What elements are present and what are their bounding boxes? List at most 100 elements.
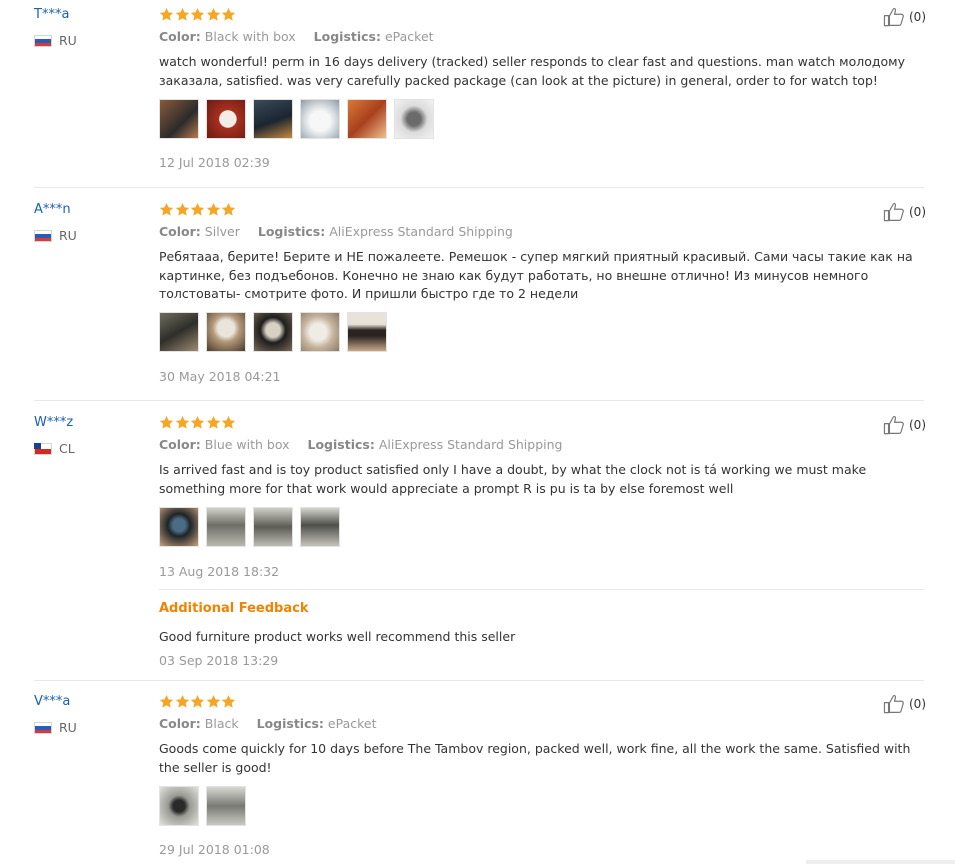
review-date: 13 Aug 2018 18:32 (159, 564, 280, 579)
star-icon (190, 694, 205, 709)
color-value: Blue with box (204, 437, 290, 452)
helpful-count: (0) (909, 205, 926, 219)
russia-flag-icon (34, 34, 52, 47)
order-info: Color: Silver Logistics: AliExpress Stan… (159, 224, 513, 239)
helpful-button[interactable]: (0) (882, 7, 926, 27)
logistics-value: ePacket (327, 716, 377, 731)
star-icon (159, 7, 174, 22)
review-photos (159, 99, 441, 139)
review-photo[interactable] (347, 99, 387, 139)
star-icon (221, 415, 236, 430)
reviewer-name[interactable]: W***z (34, 415, 73, 430)
country-code: RU (59, 720, 77, 735)
helpful-count: (0) (909, 418, 926, 432)
color-label: Color: (159, 29, 201, 44)
review-photos (159, 786, 253, 826)
review-divider (34, 187, 924, 188)
color-value: Black with box (204, 29, 296, 44)
review-photo[interactable] (159, 312, 199, 352)
order-info: Color: Black with box Logistics: ePacket (159, 29, 434, 44)
star-icon (190, 7, 205, 22)
star-icon (221, 7, 236, 22)
star-icon (175, 694, 190, 709)
star-icon (206, 415, 221, 430)
review-photos (159, 312, 394, 352)
thumbs-up-icon (882, 202, 906, 222)
star-icon (221, 202, 236, 217)
reviewer-name[interactable]: V***a (34, 694, 70, 709)
star-icon (190, 415, 205, 430)
helpful-button[interactable]: (0) (882, 415, 926, 435)
review-text: watch wonderful! perm in 16 days deliver… (159, 54, 905, 88)
logistics-label: Logistics: (313, 29, 381, 44)
review-photo[interactable] (253, 99, 293, 139)
reviewer-name[interactable]: T***a (34, 7, 69, 22)
review-divider (34, 680, 924, 681)
helpful-button[interactable]: (0) (882, 202, 926, 222)
star-icon (206, 202, 221, 217)
order-info: Color: Blue with box Logistics: AliExpre… (159, 437, 562, 452)
star-rating (159, 694, 237, 710)
review-photo[interactable] (159, 786, 199, 826)
russia-flag-icon (34, 229, 52, 242)
review-photo[interactable] (253, 312, 293, 352)
page-bottom-edge (806, 860, 955, 864)
reviewer-name[interactable]: A***n (34, 202, 71, 217)
logistics-value: AliExpress Standard Shipping (329, 224, 513, 239)
reviewer-country: RU (34, 720, 77, 735)
review-photo[interactable] (300, 312, 340, 352)
star-icon (159, 415, 174, 430)
review-photo[interactable] (347, 312, 387, 352)
color-value: Silver (204, 224, 240, 239)
color-label: Color: (159, 437, 201, 452)
review-photo[interactable] (206, 507, 246, 547)
logistics-value: AliExpress Standard Shipping (378, 437, 563, 452)
star-icon (221, 694, 236, 709)
chile-flag-icon (34, 442, 52, 455)
helpful-button[interactable]: (0) (882, 694, 926, 714)
helpful-count: (0) (909, 697, 926, 711)
logistics-label: Logistics: (307, 437, 375, 452)
helpful-count: (0) (909, 10, 926, 24)
star-icon (206, 694, 221, 709)
review-photo[interactable] (394, 99, 434, 139)
review-text: Goods come quickly for 10 days before Th… (159, 741, 911, 775)
star-rating (159, 202, 237, 218)
review-date: 30 May 2018 04:21 (159, 369, 281, 384)
reviewer-country: CL (34, 441, 75, 456)
star-icon (206, 7, 221, 22)
star-icon (175, 202, 190, 217)
logistics-label: Logistics: (257, 224, 326, 239)
thumbs-up-icon (882, 694, 906, 714)
review-photo[interactable] (159, 507, 199, 547)
reviewer-country: RU (34, 33, 77, 48)
review-photo[interactable] (206, 99, 246, 139)
star-icon (190, 202, 205, 217)
thumbs-up-icon (882, 415, 906, 435)
review-photo[interactable] (300, 507, 340, 547)
review-photos (159, 507, 347, 547)
review-photo[interactable] (206, 312, 246, 352)
review-photo[interactable] (206, 786, 246, 826)
color-label: Color: (159, 716, 201, 731)
country-code: CL (59, 441, 75, 456)
color-label: Color: (159, 224, 201, 239)
country-code: RU (59, 228, 77, 243)
review-date: 12 Jul 2018 02:39 (159, 155, 270, 170)
country-code: RU (59, 33, 77, 48)
star-icon (175, 7, 190, 22)
logistics-value: ePacket (384, 29, 434, 44)
reviewer-country: RU (34, 228, 77, 243)
additional-feedback-date: 03 Sep 2018 13:29 (159, 653, 279, 668)
order-info: Color: Black Logistics: ePacket (159, 716, 377, 731)
review-photo[interactable] (159, 99, 199, 139)
review-text: Is arrived fast and is toy product satis… (159, 462, 867, 496)
review-photo[interactable] (253, 507, 293, 547)
thumbs-up-icon (882, 7, 906, 27)
review-photo[interactable] (300, 99, 340, 139)
star-icon (159, 202, 174, 217)
star-icon (159, 694, 174, 709)
color-value: Black (204, 716, 239, 731)
review-text: Ребятааа, берите! Берите и НЕ пожалеете.… (159, 249, 913, 301)
logistics-label: Logistics: (256, 716, 324, 731)
